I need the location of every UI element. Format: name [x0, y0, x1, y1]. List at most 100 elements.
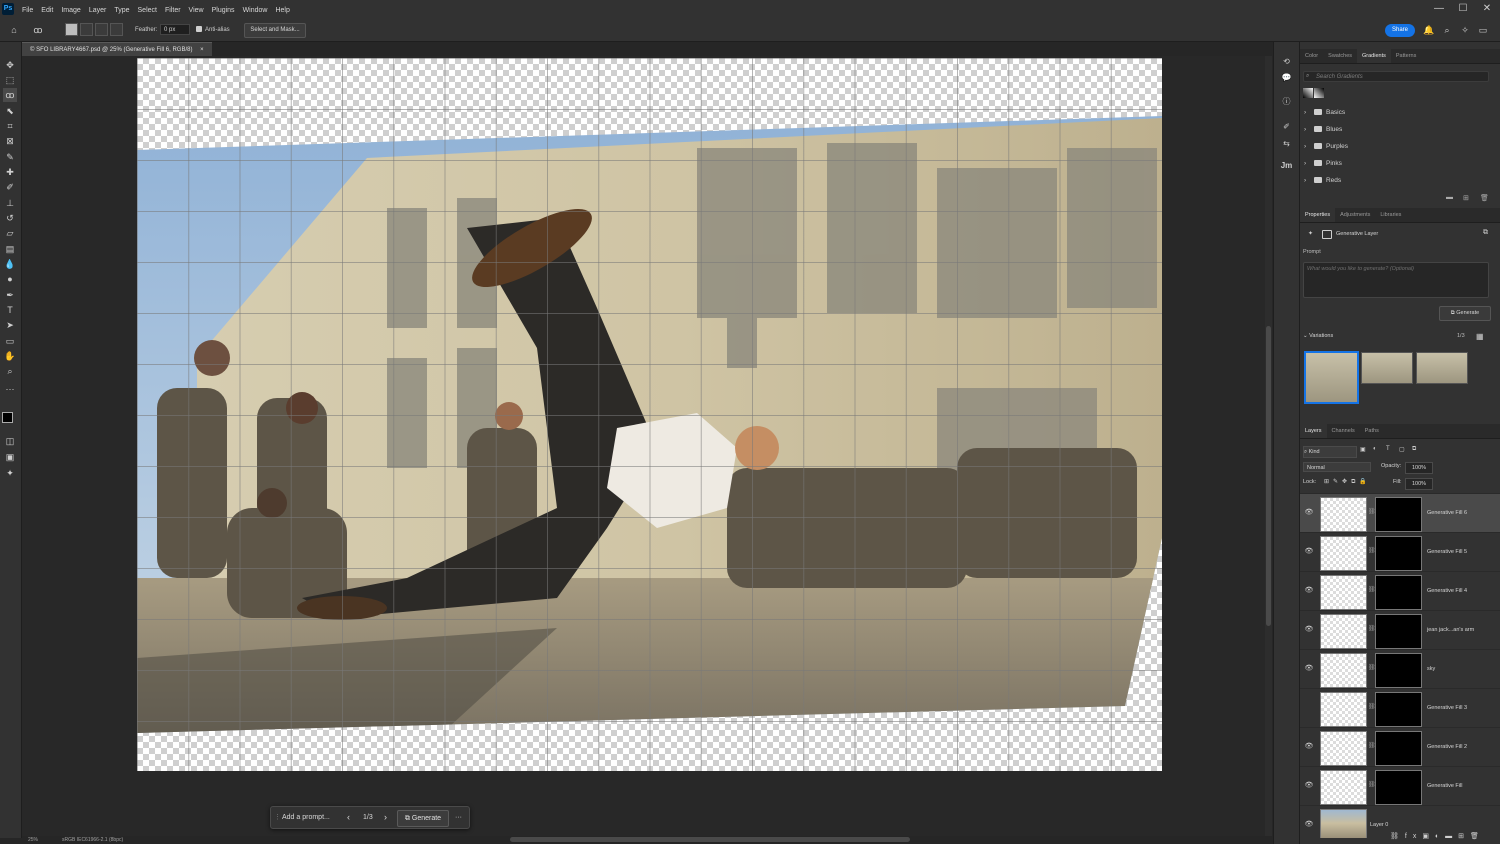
- marquee-tool-icon[interactable]: ⬚: [3, 73, 17, 87]
- new-gradient-icon[interactable]: ⊞: [1463, 194, 1469, 202]
- gradient-search-input[interactable]: Search Gradients: [1303, 71, 1489, 82]
- layers-footer-icons[interactable]: ⛓fx▣◐▬⊞🗑: [1390, 832, 1485, 840]
- intersect-selection-button[interactable]: [110, 23, 123, 36]
- visibility-eye-icon[interactable]: 👁: [1304, 742, 1314, 752]
- mask-link-icon[interactable]: ⛓: [1368, 625, 1376, 634]
- share-button[interactable]: Share: [1385, 24, 1415, 37]
- history-brush-tool-icon[interactable]: ↺: [3, 211, 17, 225]
- gradient-folder-blues[interactable]: › Blues: [1304, 123, 1342, 137]
- layer-filter-kind-select[interactable]: ⌕ Kind: [1303, 446, 1357, 458]
- layer-row[interactable]: 👁 ⛓ Generative Fill 6: [1300, 493, 1500, 533]
- object-selection-tool-icon[interactable]: ⬉: [3, 104, 17, 118]
- layer-name[interactable]: Generative Fill 2: [1427, 728, 1467, 767]
- layer-thumbnail[interactable]: [1320, 536, 1367, 571]
- lasso-tool-preset-icon[interactable]: ꝏ: [32, 24, 44, 36]
- mask-link-icon[interactable]: ⛓: [1368, 586, 1376, 595]
- vertical-scrollbar[interactable]: [1265, 56, 1272, 836]
- layer-thumbnail[interactable]: [1320, 692, 1367, 727]
- brush-settings-icon[interactable]: ✐: [1280, 120, 1293, 133]
- tab-libraries[interactable]: Libraries: [1375, 208, 1406, 222]
- dodge-tool-icon[interactable]: ●: [3, 272, 17, 286]
- layer-row[interactable]: ⛓ Generative Fill 3: [1300, 688, 1500, 728]
- properties-generate-button[interactable]: ⧉ Generate: [1439, 306, 1491, 321]
- menu-edit[interactable]: Edit: [37, 0, 57, 20]
- gradient-tool-icon[interactable]: ▤: [3, 242, 17, 256]
- eyedropper-tool-icon[interactable]: ✎: [3, 150, 17, 164]
- filter-pixel-icon[interactable]: ▣: [1360, 446, 1366, 453]
- prompt-textarea[interactable]: What would you like to generate? (Option…: [1303, 262, 1489, 298]
- layer-name[interactable]: Generative Fill 3: [1427, 689, 1467, 728]
- visibility-eye-icon[interactable]: 👁: [1304, 781, 1314, 791]
- add-to-selection-button[interactable]: [80, 23, 93, 36]
- new-selection-button[interactable]: [65, 23, 78, 36]
- feather-input[interactable]: 0 px: [160, 24, 190, 35]
- quick-mask-icon[interactable]: ◫: [3, 434, 17, 448]
- info-icon[interactable]: ⓘ: [1280, 95, 1293, 108]
- mask-link-icon[interactable]: ⛓: [1368, 664, 1376, 673]
- bell-icon[interactable]: 🔔: [1423, 24, 1435, 36]
- delete-gradient-icon[interactable]: 🗑: [1480, 194, 1489, 202]
- layer-name[interactable]: Layer 0: [1370, 806, 1388, 838]
- drag-handle-icon[interactable]: ⋮: [274, 807, 281, 828]
- select-and-mask-button[interactable]: Select and Mask...: [244, 23, 306, 38]
- layer-thumbnail[interactable]: [1320, 614, 1367, 649]
- layer-row[interactable]: 👁 ⛓ sky: [1300, 649, 1500, 689]
- layer-row[interactable]: 👁 ⛓ jean jack...an's arm: [1300, 610, 1500, 650]
- rectangle-tool-icon[interactable]: ▭: [3, 334, 17, 348]
- recent-gradient-swatch[interactable]: [1303, 88, 1313, 98]
- layer-name[interactable]: Generative Fill 6: [1427, 494, 1467, 533]
- layer-mask-thumbnail[interactable]: [1375, 692, 1422, 727]
- layer-thumbnail[interactable]: [1320, 770, 1367, 805]
- menu-filter[interactable]: Filter: [161, 0, 185, 20]
- visibility-eye-icon[interactable]: 👁: [1304, 586, 1314, 596]
- workspace-icon[interactable]: ▭: [1477, 24, 1489, 36]
- tab-adjustments[interactable]: Adjustments: [1335, 208, 1375, 222]
- panel-options-icon[interactable]: ⧉: [1483, 229, 1488, 237]
- comments-icon[interactable]: 💬: [1280, 71, 1293, 84]
- layer-mask-thumbnail[interactable]: [1375, 536, 1422, 571]
- tab-swatches[interactable]: Swatches: [1323, 49, 1357, 63]
- menu-plugins[interactable]: Plugins: [208, 0, 239, 20]
- glyphs-icon[interactable]: Jm: [1280, 159, 1293, 172]
- layer-row[interactable]: 👁 ⛓ Generative Fill 5: [1300, 532, 1500, 572]
- home-icon[interactable]: ⌂: [8, 24, 20, 36]
- layer-thumbnail[interactable]: [1320, 731, 1367, 766]
- hand-tool-icon[interactable]: ✋: [3, 349, 17, 363]
- subtract-from-selection-button[interactable]: [95, 23, 108, 36]
- prompt-input[interactable]: Add a prompt...: [282, 807, 330, 828]
- layer-name[interactable]: sky: [1427, 650, 1435, 689]
- variations-header[interactable]: ⌄ Variations: [1303, 333, 1333, 339]
- menu-help[interactable]: Help: [271, 0, 293, 20]
- variation-thumbnail-3[interactable]: [1416, 352, 1468, 384]
- visibility-eye-icon[interactable]: 👁: [1304, 820, 1314, 830]
- opacity-input[interactable]: 100%: [1405, 462, 1433, 474]
- layer-row[interactable]: 👁 ⛓ Generative Fill 4: [1300, 571, 1500, 611]
- discover-icon[interactable]: ✧: [1459, 24, 1471, 36]
- eraser-tool-icon[interactable]: ▱: [3, 226, 17, 240]
- document-canvas[interactable]: [137, 58, 1162, 771]
- menu-window[interactable]: Window: [239, 0, 272, 20]
- more-tools-icon[interactable]: ···: [3, 382, 17, 396]
- mask-link-icon[interactable]: ⛓: [1368, 781, 1376, 790]
- blur-tool-icon[interactable]: 💧: [3, 257, 17, 271]
- filter-shape-icon[interactable]: ▢: [1399, 446, 1405, 453]
- antialias-checkbox[interactable]: [196, 26, 202, 32]
- layer-thumbnail[interactable]: [1320, 653, 1367, 688]
- layer-row[interactable]: 👁 ⛓ Generative Fill 2: [1300, 727, 1500, 767]
- layer-mask-thumbnail[interactable]: [1375, 731, 1422, 766]
- search-icon[interactable]: ⌕: [1441, 24, 1453, 36]
- next-variation-icon[interactable]: ›: [384, 807, 387, 828]
- mask-link-icon[interactable]: ⛓: [1368, 547, 1376, 556]
- visibility-eye-icon[interactable]: [1304, 703, 1314, 713]
- lasso-tool-icon[interactable]: ꝏ: [3, 88, 17, 102]
- foreground-color-swatch[interactable]: [2, 412, 13, 423]
- filter-smart-object-icon[interactable]: ⧉: [1412, 446, 1416, 453]
- layer-name[interactable]: Generative Fill: [1427, 767, 1462, 806]
- pen-tool-icon[interactable]: ✒: [3, 288, 17, 302]
- recent-gradient-swatch[interactable]: [1314, 88, 1324, 98]
- visibility-eye-icon[interactable]: 👁: [1304, 664, 1314, 674]
- move-tool-icon[interactable]: ✥: [3, 58, 17, 72]
- screen-mode-icon[interactable]: ▣: [3, 450, 17, 464]
- path-selection-tool-icon[interactable]: ➤: [3, 318, 17, 332]
- document-tab-close-icon[interactable]: ×: [200, 47, 204, 53]
